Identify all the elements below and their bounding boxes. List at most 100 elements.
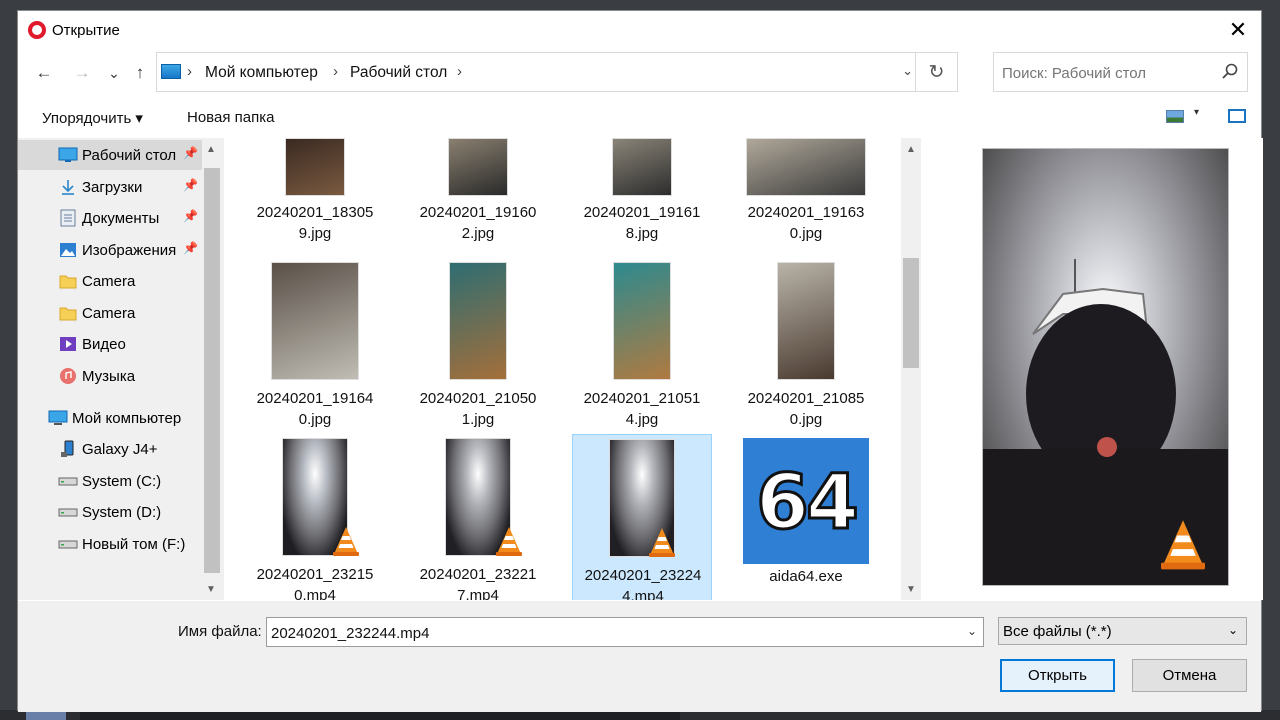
vlc-cone-icon [333,527,359,556]
sidebar-item-galaxy-j4-[interactable]: Galaxy J4+ [18,434,202,464]
view-options-dropdown[interactable]: ▾ [1194,107,1199,118]
file-item-video[interactable]: 20240201_23224 4.mp4 [572,434,712,600]
forward-button[interactable]: → [70,61,94,85]
sidebar-item-label: Видео [82,335,126,353]
desktop-icon [58,146,78,164]
file-item-image[interactable]: 20240201_19163 0.jpg [736,138,876,244]
sidebar-item-system-c-[interactable]: System (C:) [18,466,202,496]
file-name-extension: 0.jpg [789,411,823,428]
drive-icon [58,535,78,553]
recent-locations-button[interactable]: ⌄ [102,61,126,85]
breadcrumb-separator[interactable]: › [457,63,462,80]
file-type-select[interactable]: Все файлы (*.*) ⌄ [998,617,1247,645]
content-area: Рабочий стол 📌 Загрузки 📌 Документы 📌 Изображе… [18,138,1263,600]
sidebar-item-label: Мой компьютер [72,409,182,427]
file-item-image[interactable]: 20240201_21085 0.jpg [736,258,876,434]
breadcrumb-my-computer[interactable]: Мой компьютер [205,64,318,82]
change-view-icon[interactable] [1166,110,1184,123]
address-dropdown-button[interactable]: ⌄ [902,63,913,79]
navigation-bar: ← → ⌄ ↑ › Мой компьютер › Рабочий стол ›… [18,51,1261,93]
back-button[interactable]: ← [32,61,56,85]
file-name-extension: 4.jpg [625,411,659,428]
breadcrumb-desktop[interactable]: Рабочий стол [350,64,447,82]
scroll-up-arrow[interactable]: ▲ [906,144,916,155]
search-icon[interactable] [1221,62,1239,80]
app-badge-text: 64 [755,455,861,547]
file-name: 20240201_19164 [256,390,374,407]
up-button[interactable]: ↑ [128,61,152,85]
file-list-scrollbar[interactable]: ▲ ▼ [901,138,921,600]
refresh-button[interactable]: ↻ [915,53,957,91]
file-name: 20240201_23224 [584,567,702,584]
sidebar-item-label: Музыка [82,367,136,385]
file-item-image[interactable]: 20240201_19160 2.jpg [408,138,548,244]
organize-button[interactable]: Упорядочить ▾ [42,109,143,127]
navigation-pane: Рабочий стол 📌 Загрузки 📌 Документы 📌 Изображе… [18,138,224,600]
scroll-up-arrow[interactable]: ▲ [206,144,216,155]
sidebar-item-system-d-[interactable]: System (D:) [18,497,202,527]
sidebar-item-мой-компьютер[interactable]: Мой компьютер [18,403,202,433]
sidebar-item-музыка[interactable]: Музыка [18,361,202,391]
file-name: 20240201_23215 [256,566,374,583]
close-button[interactable]: ✕ [1215,11,1261,49]
file-name: aida64.exe [769,568,843,585]
cancel-button[interactable]: Отмена [1132,659,1247,692]
file-name: 20240201_21050 [419,390,537,407]
breadcrumb-separator[interactable]: › [187,63,192,80]
file-item-image[interactable]: 20240201_21051 4.jpg [572,258,712,434]
open-button[interactable]: Открыть [1000,659,1115,692]
file-name-extension: 1.jpg [461,411,495,428]
file-item-image[interactable]: 20240201_18305 9.jpg [245,138,385,244]
file-item-video[interactable]: 20240201_23215 0.mp4 [245,434,385,600]
file-item-image[interactable]: 20240201_21050 1.jpg [408,258,548,434]
pin-icon[interactable]: 📌 [183,178,198,192]
search-box[interactable] [993,52,1248,92]
sidebar-item-camera[interactable]: Camera [18,298,202,328]
sidebar-item-label: System (D:) [82,503,162,521]
scrollbar-thumb[interactable] [903,258,919,368]
videos-icon [58,335,78,353]
file-type-value: Все файлы (*.*) [1003,623,1112,640]
file-type-dropdown-button[interactable]: ⌄ [1228,623,1238,637]
photo-thumbnail [449,262,507,380]
pin-icon[interactable]: 📌 [183,146,198,160]
sidebar-item-label: Camera [82,272,136,290]
file-name-extension: 2.jpg [461,225,495,242]
navigation-pane-scrollbar[interactable]: ▲ ▼ [202,138,222,600]
file-name: 20240201_19163 [747,204,865,221]
file-item-image[interactable]: 20240201_19164 0.jpg [245,258,385,434]
sidebar-item-изображения[interactable]: Изображения 📌 [18,235,202,265]
file-name: 20240201_23221 [419,566,537,583]
photo-thumbnail [271,262,359,380]
computer-icon [48,409,68,427]
preview-pane-toggle-icon[interactable] [1228,109,1246,123]
file-name: 20240201_21051 [583,390,701,407]
file-item-exe[interactable]: 64 aida64.exe [736,434,876,600]
pin-icon[interactable]: 📌 [183,209,198,223]
sidebar-item-рабочий-стол[interactable]: Рабочий стол 📌 [18,140,202,170]
file-name-extension: 0.jpg [789,225,823,242]
filename-dropdown-button[interactable]: ⌄ [967,624,977,638]
file-item-video[interactable]: 20240201_23221 7.mp4 [408,434,548,600]
pin-icon[interactable]: 📌 [183,241,198,255]
sidebar-item-загрузки[interactable]: Загрузки 📌 [18,172,202,202]
address-bar[interactable]: › Мой компьютер › Рабочий стол › ⌄ ↻ [156,52,958,92]
sidebar-item-label: System (C:) [82,472,162,490]
folder-icon [58,272,78,290]
new-folder-button[interactable]: Новая папка [187,109,274,126]
file-name: 20240201_21085 [747,390,865,407]
sidebar-item-camera[interactable]: Camera [18,266,202,296]
scroll-down-arrow[interactable]: ▼ [906,584,916,595]
sidebar-item-новый-том-f-[interactable]: Новый том (F:) [18,529,202,559]
sidebar-item-видео[interactable]: Видео [18,329,202,359]
sidebar-item-документы[interactable]: Документы 📌 [18,203,202,233]
filename-combobox[interactable]: ⌄ [266,617,984,647]
file-item-image[interactable]: 20240201_19161 8.jpg [572,138,712,244]
search-input[interactable] [1002,63,1222,83]
scrollbar-thumb[interactable] [204,168,220,573]
breadcrumb-separator[interactable]: › [333,63,338,80]
filename-input[interactable] [271,623,951,643]
photo-thumbnail [448,138,508,196]
scroll-down-arrow[interactable]: ▼ [206,584,216,595]
computer-icon [161,64,181,79]
